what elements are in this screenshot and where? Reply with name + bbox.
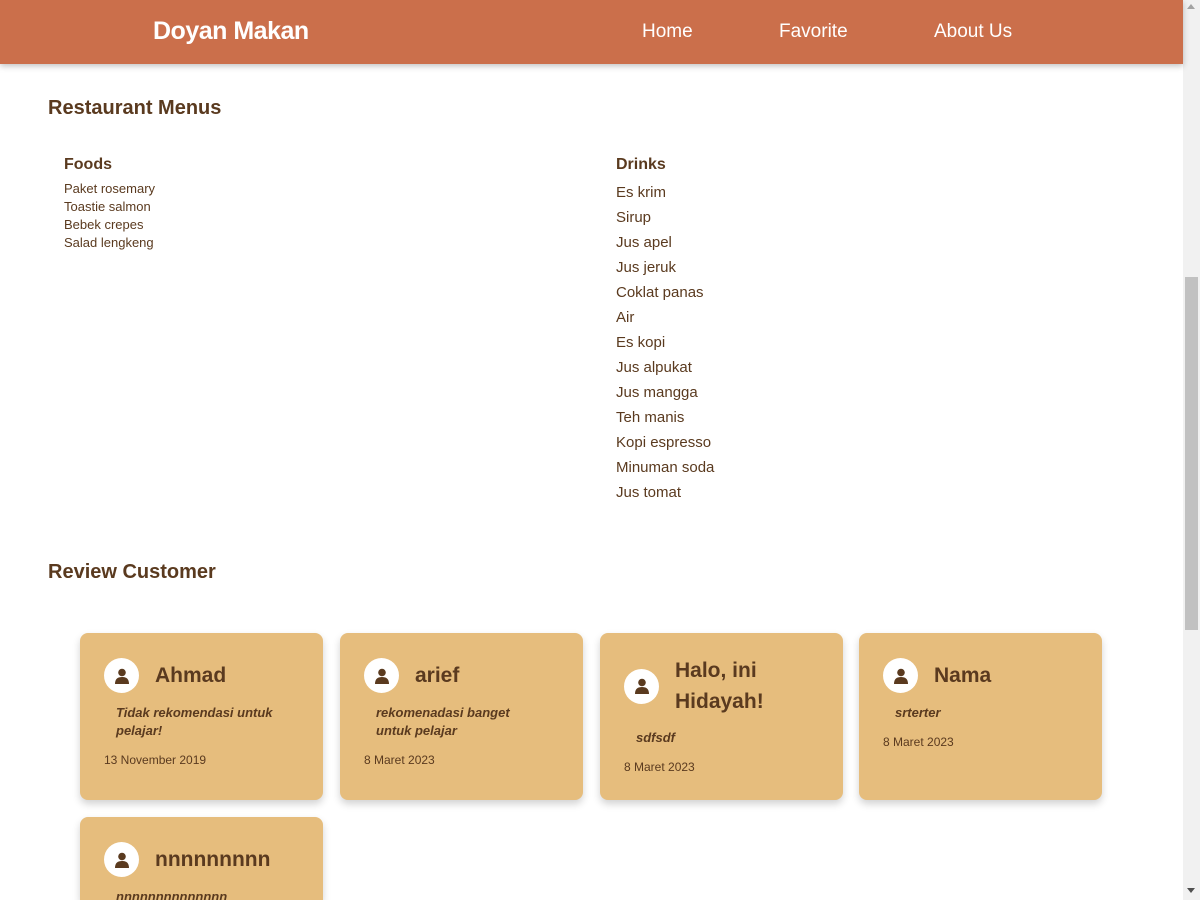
avatar — [883, 658, 918, 693]
drink-item: Jus apel — [616, 234, 672, 251]
review-card: Nama srterter 8 Maret 2023 — [859, 633, 1102, 800]
review-card-header: nnnnnnnnn — [104, 842, 270, 877]
drink-item: Es kopi — [616, 334, 666, 351]
user-icon — [114, 852, 129, 868]
review-text: sdfsdf — [636, 730, 675, 745]
review-card: Ahmad Tidak rekomendasi untuk pelajar! 1… — [80, 633, 323, 800]
drink-item: Jus tomat — [616, 484, 682, 501]
review-card-header: Nama — [883, 658, 991, 693]
drink-item: Sirup — [616, 209, 652, 226]
food-item: Paket rosemary — [64, 181, 156, 196]
menus-section-title: Restaurant Menus — [48, 97, 222, 119]
scroll-up-arrow-icon[interactable] — [1187, 4, 1195, 9]
reviewer-name: Ahmad — [155, 664, 227, 687]
drink-item: Kopi espresso — [616, 434, 712, 451]
review-text: nnnnnnnnnnnnnn — [116, 889, 228, 900]
user-icon — [634, 678, 649, 694]
review-text: rekomenadasi banget untuk pelajar — [376, 705, 510, 738]
review-card-header: Halo, ini Hidayah! — [624, 655, 805, 717]
review-text: Tidak rekomendasi untuk pelajar! — [116, 705, 273, 738]
reviewer-name: Halo, ini Hidayah! — [675, 659, 764, 713]
scroll-down-arrow-icon[interactable] — [1187, 888, 1195, 893]
drinks-heading: Drinks — [616, 156, 666, 173]
user-icon — [374, 668, 389, 684]
page-scrollbar[interactable] — [1183, 0, 1200, 900]
review-date: 13 November 2019 — [104, 753, 207, 767]
drink-item: Teh manis — [616, 409, 685, 426]
reviewer-name: Nama — [934, 664, 992, 687]
drinks-column: Drinks Es krim Sirup Jus apel Jus jeruk … — [616, 156, 714, 505]
brand-logo[interactable]: Doyan Makan — [153, 17, 309, 46]
food-item: Toastie salmon — [64, 199, 151, 214]
drink-item: Minuman soda — [616, 459, 715, 476]
drinks-list: Es krim Sirup Jus apel Jus jeruk Coklat … — [616, 180, 714, 505]
review-card-header: arief — [364, 658, 459, 693]
top-navbar: Doyan Makan Home Favorite About Us — [0, 0, 1183, 64]
avatar — [104, 658, 139, 693]
drink-item: Jus alpukat — [616, 359, 692, 376]
drink-item: Jus mangga — [616, 384, 698, 401]
user-icon — [114, 668, 129, 684]
reviewer-name: nnnnnnnnn — [155, 848, 271, 871]
avatar — [104, 842, 139, 877]
nav-home-link[interactable]: Home — [642, 21, 693, 43]
nav-about-link[interactable]: About Us — [934, 21, 1012, 43]
review-date: 8 Maret 2023 — [364, 753, 435, 767]
food-item: Bebek crepes — [64, 217, 144, 232]
foods-column: Foods Paket rosemary Toastie salmon Bebe… — [64, 156, 155, 252]
review-card: Halo, ini Hidayah! sdfsdf 8 Maret 2023 — [600, 633, 843, 800]
foods-list: Paket rosemary Toastie salmon Bebek crep… — [64, 180, 155, 252]
drink-item: Air — [616, 309, 635, 326]
reviewer-name: arief — [415, 664, 460, 687]
avatar — [624, 668, 659, 704]
nav-favorite-link[interactable]: Favorite — [779, 21, 848, 43]
review-card-header: Ahmad — [104, 658, 226, 693]
drink-item: Jus jeruk — [616, 259, 677, 276]
avatar — [364, 658, 399, 693]
foods-heading: Foods — [64, 156, 112, 173]
food-item: Salad lengkeng — [64, 235, 154, 250]
review-text: srterter — [895, 705, 941, 720]
drink-item: Es krim — [616, 184, 666, 201]
review-card: nnnnnnnnn nnnnnnnnnnnnnn — [80, 817, 323, 900]
reviews-section-title: Review Customer — [48, 561, 216, 583]
review-date: 8 Maret 2023 — [883, 735, 954, 749]
review-date: 8 Maret 2023 — [624, 760, 695, 774]
scrollbar-thumb[interactable] — [1185, 277, 1198, 630]
drink-item: Coklat panas — [616, 284, 704, 301]
review-card: arief rekomenadasi banget untuk pelajar … — [340, 633, 583, 800]
user-icon — [893, 668, 908, 684]
